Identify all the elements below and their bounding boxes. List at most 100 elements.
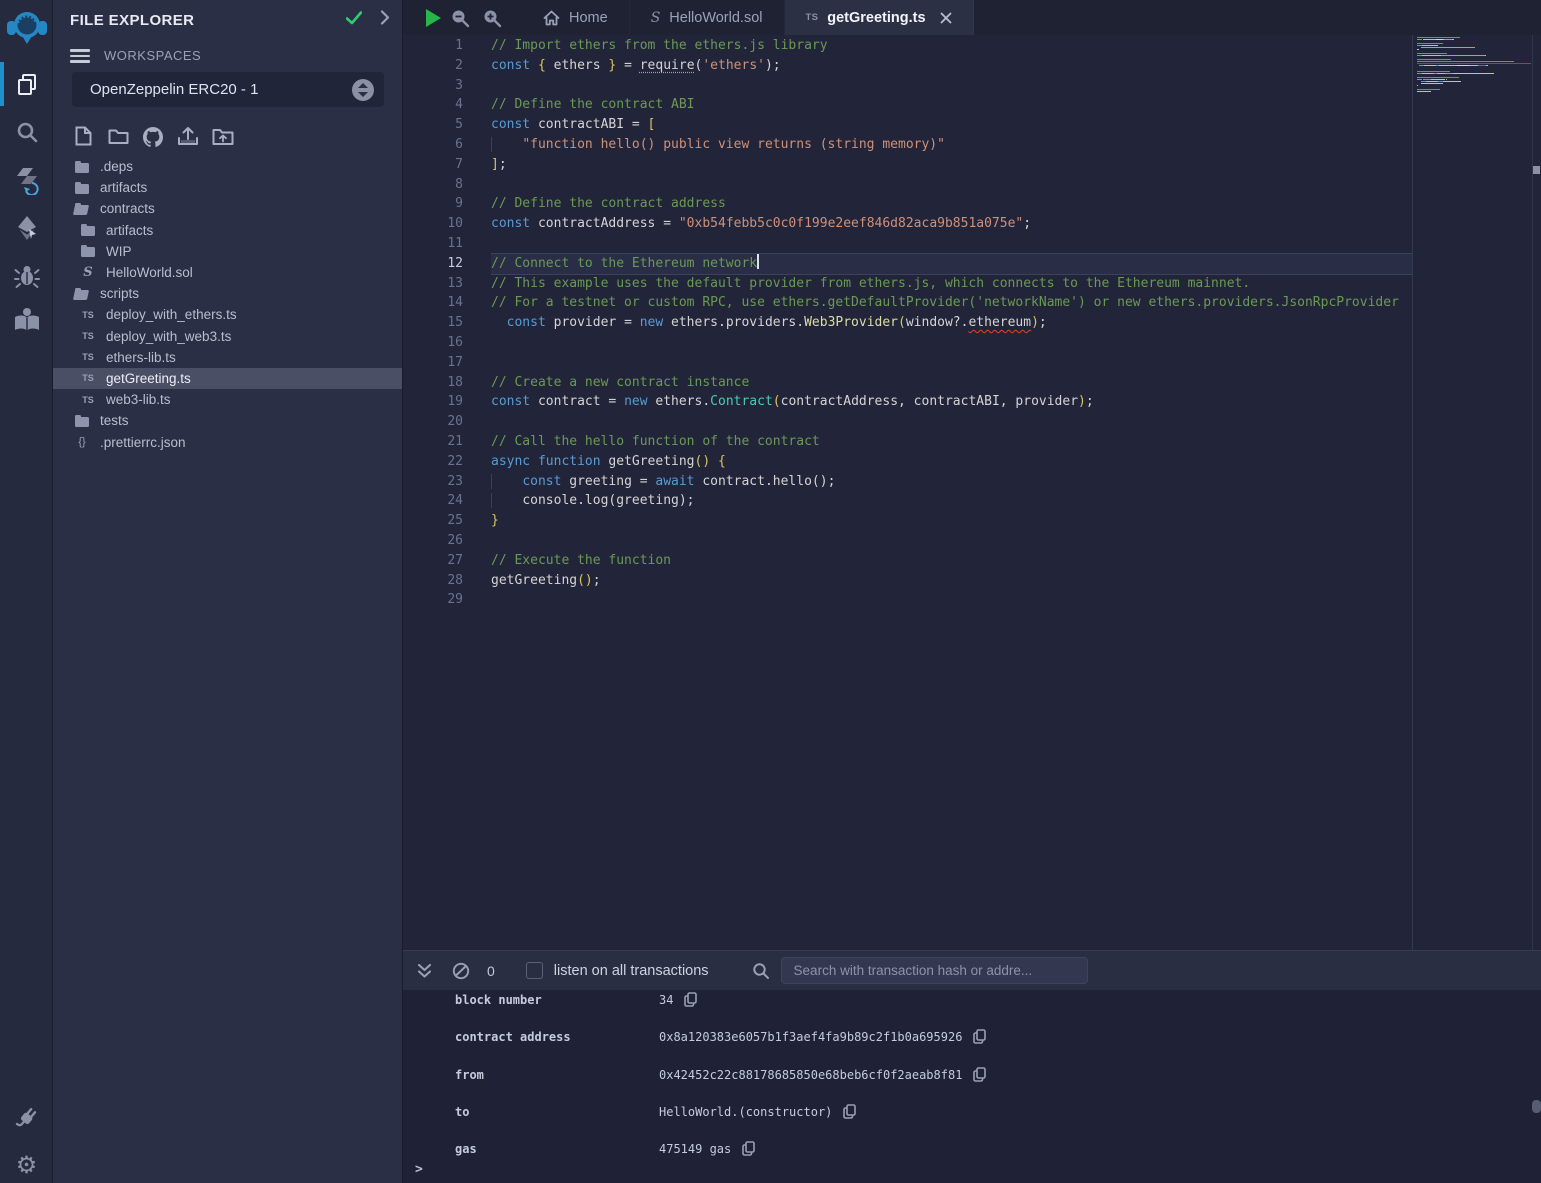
code-line[interactable]: 3 xyxy=(403,76,1412,96)
terminal-row-label: from xyxy=(455,1068,659,1082)
overview-ruler[interactable] xyxy=(1532,35,1541,950)
file-tree-item[interactable]: .deps xyxy=(53,156,402,177)
code-line[interactable]: 14// For a testnet or custom RPC, use et… xyxy=(403,293,1412,313)
code-line[interactable]: 10const contractAddress = "0xb54febb5c0c… xyxy=(403,214,1412,234)
terminal-search-input[interactable] xyxy=(781,957,1088,984)
sidebar-item-file-explorer[interactable] xyxy=(0,62,53,106)
line-number: 1 xyxy=(403,36,463,56)
code-line[interactable]: 8 xyxy=(403,175,1412,195)
workspace-updown-icon[interactable] xyxy=(352,79,374,101)
copy-icon[interactable] xyxy=(973,1067,986,1082)
copy-icon[interactable] xyxy=(684,992,697,1007)
debugger-bug-icon xyxy=(14,263,40,289)
file-tree-item[interactable]: TSgetGreeting.ts xyxy=(53,368,402,389)
file-tree-item[interactable]: TSdeploy_with_web3.ts xyxy=(53,326,402,347)
sidebar-item-learneth[interactable] xyxy=(0,302,53,338)
panel-title: FILE EXPLORER xyxy=(70,12,346,29)
code-lines: 1// Import ethers from the ethers.js lib… xyxy=(403,36,1412,610)
terminal-scrollbar-thumb[interactable] xyxy=(1532,1100,1541,1113)
code-line[interactable]: 16 xyxy=(403,333,1412,353)
line-number: 8 xyxy=(403,175,463,195)
tab-home[interactable]: Home xyxy=(522,0,630,35)
terminal-row-value: 0x42452c22c88178685850e68beb6cf0f2aeab8f… xyxy=(659,1068,962,1082)
code-line[interactable]: 19const contract = new ethers.Contract(c… xyxy=(403,392,1412,412)
code-line[interactable]: 1// Import ethers from the ethers.js lib… xyxy=(403,36,1412,56)
code-editor[interactable]: 1// Import ethers from the ethers.js lib… xyxy=(403,35,1541,950)
file-tree-item[interactable]: TSweb3-lib.ts xyxy=(53,389,402,410)
file-tree-item[interactable]: WIP xyxy=(53,241,402,262)
sidebar-item-plugin-manager[interactable] xyxy=(0,1100,53,1136)
code-line[interactable]: 6 "function hello() public view returns … xyxy=(403,135,1412,155)
minimap[interactable] xyxy=(1417,37,1531,95)
code-line[interactable]: 21// Call the hello function of the cont… xyxy=(403,432,1412,452)
file-tree-item[interactable]: artifacts xyxy=(53,177,402,198)
github-icon[interactable] xyxy=(140,124,166,148)
file-tree-item[interactable]: {}.prettierrc.json xyxy=(53,431,402,452)
copy-icon[interactable] xyxy=(742,1141,755,1156)
sidebar-item-search[interactable] xyxy=(0,114,53,150)
file-name: artifacts xyxy=(100,180,147,195)
listen-transactions-checkbox[interactable] xyxy=(526,962,543,979)
sidebar-item-settings[interactable]: ⚙ xyxy=(0,1148,53,1183)
code-line[interactable]: 18// Create a new contract instance xyxy=(403,373,1412,393)
code-line[interactable]: 24 console.log(greeting); xyxy=(403,491,1412,511)
green-check-icon[interactable] xyxy=(346,11,362,30)
expand-terminal-icon[interactable] xyxy=(417,963,432,979)
code-line[interactable]: 22async function getGreeting() { xyxy=(403,452,1412,472)
line-number: 12 xyxy=(403,254,463,274)
workspace-name: OpenZeppelin ERC20 - 1 xyxy=(90,81,352,98)
code-line[interactable]: 26 xyxy=(403,531,1412,551)
code-line[interactable]: 7]; xyxy=(403,155,1412,175)
clear-console-icon[interactable] xyxy=(452,962,470,980)
chevron-right-icon[interactable] xyxy=(380,10,390,30)
file-name: tests xyxy=(100,413,129,428)
copy-icon[interactable] xyxy=(973,1029,986,1044)
sidebar-item-debugger[interactable] xyxy=(0,258,53,294)
line-number: 2 xyxy=(403,56,463,76)
code-line[interactable]: 28getGreeting(); xyxy=(403,571,1412,591)
code-line[interactable]: 2const { ethers } = require('ethers'); xyxy=(403,56,1412,76)
code-line[interactable]: 12// Connect to the Ethereum network xyxy=(403,254,1412,274)
line-number: 20 xyxy=(403,412,463,432)
new-file-icon[interactable] xyxy=(70,124,96,148)
sidebar-item-deploy-and-run[interactable] xyxy=(0,208,53,248)
code-line[interactable]: 13// This example uses the default provi… xyxy=(403,274,1412,294)
code-line[interactable]: 23 const greeting = await contract.hello… xyxy=(403,472,1412,492)
upload-file-icon[interactable] xyxy=(175,124,201,148)
code-line[interactable]: 17 xyxy=(403,353,1412,373)
code-line[interactable]: 4// Define the contract ABI xyxy=(403,95,1412,115)
file-tree-item[interactable]: contracts xyxy=(53,198,402,219)
zoom-in-button[interactable] xyxy=(476,0,508,35)
new-folder-icon[interactable] xyxy=(105,124,131,148)
code-line[interactable]: 29 xyxy=(403,590,1412,610)
file-tree-item[interactable]: artifacts xyxy=(53,220,402,241)
file-tree-item[interactable]: TSdeploy_with_ethers.ts xyxy=(53,304,402,325)
workspace-select[interactable]: OpenZeppelin ERC20 - 1 xyxy=(72,72,384,107)
workspaces-menu-icon[interactable] xyxy=(70,46,90,66)
run-script-button[interactable] xyxy=(422,0,444,35)
code-line[interactable]: 20 xyxy=(403,412,1412,432)
file-tree-item[interactable]: TSethers-lib.ts xyxy=(53,347,402,368)
file-tree-item[interactable]: SHelloWorld.sol xyxy=(53,262,402,283)
line-number: 9 xyxy=(403,194,463,214)
sidebar-item-solidity-compiler[interactable] xyxy=(0,158,53,202)
code-line[interactable]: 11 xyxy=(403,234,1412,254)
code-line[interactable]: 15 const provider = new ethers.providers… xyxy=(403,313,1412,333)
code-line[interactable]: 27// Execute the function xyxy=(403,551,1412,571)
code-line[interactable]: 5const contractABI = [ xyxy=(403,115,1412,135)
code-line[interactable]: 9// Define the contract address xyxy=(403,194,1412,214)
zoom-out-button[interactable] xyxy=(444,0,476,35)
file-tree-item[interactable]: scripts xyxy=(53,283,402,304)
tab-helloworld-sol[interactable]: S HelloWorld.sol xyxy=(630,0,785,35)
file-tree-item[interactable]: tests xyxy=(53,410,402,431)
line-number: 10 xyxy=(403,214,463,234)
line-number: 16 xyxy=(403,333,463,353)
close-tab-icon[interactable] xyxy=(940,12,952,24)
tab-getgreeting-ts[interactable]: TS getGreeting.ts xyxy=(785,0,974,35)
upload-folder-icon[interactable] xyxy=(210,124,236,148)
line-number: 29 xyxy=(403,590,463,610)
code-line[interactable]: 25} xyxy=(403,511,1412,531)
copy-icon[interactable] xyxy=(843,1104,856,1119)
terminal-prompt[interactable]: > xyxy=(415,1162,423,1177)
line-number: 5 xyxy=(403,115,463,135)
